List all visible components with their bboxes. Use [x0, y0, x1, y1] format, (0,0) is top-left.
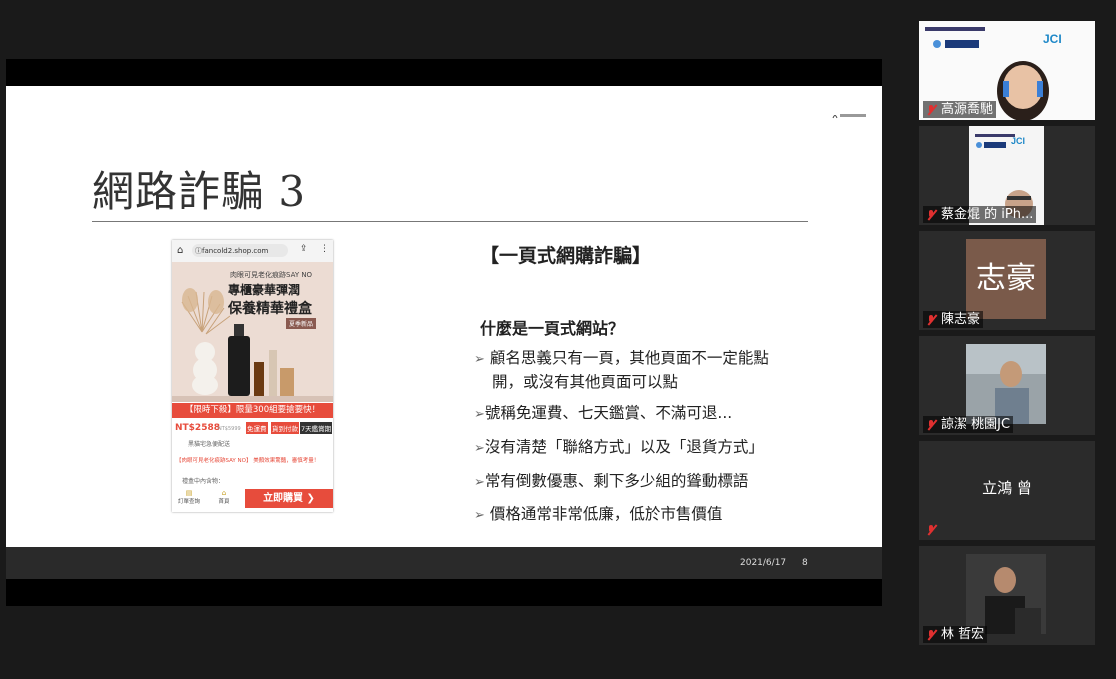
arrow-bullet-icon: ➢ — [474, 441, 485, 456]
info-icon: ⓘ — [195, 247, 202, 255]
participant-name: 林 哲宏 — [941, 627, 985, 642]
slide-footer: 2021/6/17 8 — [6, 547, 882, 579]
nav-orders-label: 訂單查詢 — [177, 499, 200, 505]
promo-line-2: 專櫃豪華彈潤 — [228, 283, 301, 297]
participant-name-bar: 蔡金焜 的 iPh... — [923, 206, 1037, 223]
promo-line-1: 肉眼可見老化痕跡SAY NO — [230, 271, 313, 279]
mic-muted-icon — [925, 314, 937, 326]
mic-muted-icon — [925, 419, 937, 431]
svg-text:JCI: JCI — [1043, 32, 1062, 46]
participant-name-bar: 諒潔 桃園JC — [923, 416, 1014, 433]
presentation-slide: 網路詐騙 3 ⌂ ⓘ fancold2.shop.com ⇪ ⋮ 肉眼可見老化痕… — [6, 86, 882, 547]
participant-center-name: 立鴻 曾 — [982, 479, 1032, 497]
participant-name-bar — [923, 521, 941, 538]
svg-text:JCI: JCI — [1011, 136, 1025, 146]
nav-home[interactable]: ⌂ 首頁 — [210, 489, 238, 505]
participant-tile[interactable]: 志豪 陳志豪 — [919, 231, 1095, 330]
slide-logo — [832, 112, 868, 120]
participant-name: 陳志豪 — [941, 312, 981, 327]
participant-tile[interactable]: 諒潔 桃園JC — [919, 336, 1095, 435]
badge-free-shipping: 免運費 — [246, 422, 268, 434]
bullet-text: 號稱免運費、七天鑑賞、不滿可退... — [484, 404, 733, 422]
participant-name-bar: 林 哲宏 — [923, 626, 988, 643]
shipping-info: 黑貓宅急便配送 — [188, 441, 231, 448]
bullet-text-cont: 開，或沒有其他頁面可以點 — [492, 373, 679, 391]
gift-contents: 禮盒中內含物： — [182, 478, 225, 485]
bullet-item: ➢常有倒數優惠、剩下多少組的聳動標語 — [474, 470, 748, 494]
participant-avatar: 志豪 — [966, 239, 1046, 319]
promo-tag: 夏季新品 — [286, 318, 317, 329]
participant-name-bar: 陳志豪 — [923, 311, 984, 328]
promo-line-3: 保養精華禮盒 — [228, 301, 312, 317]
nav-home-label: 首頁 — [218, 499, 230, 505]
nav-orders[interactable]: ▤ 訂單查詢 — [175, 489, 203, 505]
mic-muted-icon — [925, 209, 937, 221]
participant-name: 高源喬馳 — [941, 102, 994, 117]
bullet-text: 顧名思義只有一頁，其他頁面不一定能點 — [489, 349, 769, 367]
badge-cod: 貨到付款 — [271, 422, 299, 434]
slide-question: 什麼是一頁式網站？ — [480, 319, 625, 338]
menu-dots-icon: ⋮ — [320, 244, 329, 254]
slide-page-number: 8 — [802, 558, 808, 568]
participant-tile[interactable]: 林 哲宏 — [919, 546, 1095, 645]
arrow-bullet-icon: ➢ — [474, 475, 485, 490]
bullet-item: ➢ 價格通常非常低廉，低於市售價值 — [474, 503, 722, 527]
share-icon: ⇪ — [300, 244, 308, 254]
slide-heading: 【一頁式網購詐騙】 — [480, 245, 652, 267]
bullet-text: 價格通常非常低廉，低於市售價值 — [489, 505, 723, 523]
product-promo-image: 肉眼可見老化痕跡SAY NO 專櫃豪華彈潤 保養精華禮盒 夏季新品 — [172, 262, 333, 402]
limited-offer-banner: 【限時下殺】限量300組要搶要快！ — [172, 403, 333, 418]
house-icon: ⌂ — [221, 489, 227, 497]
bullet-item: ➢ 顧名思義只有一頁，其他頁面不一定能點 開，或沒有其他頁面可以點 — [474, 347, 769, 393]
title-divider — [92, 221, 808, 222]
participant-name-bar: 高源喬馳 — [923, 101, 997, 118]
participant-tile[interactable]: JCI 蔡金焜 的 iPh... — [919, 126, 1095, 225]
participant-tile[interactable]: JCI 高源喬馳 — [919, 21, 1095, 120]
bullet-text: 常有倒數優惠、剩下多少組的聳動標語 — [484, 472, 749, 490]
mic-muted-icon — [925, 104, 937, 116]
phone-screenshot: ⌂ ⓘ fancold2.shop.com ⇪ ⋮ 肉眼可見老化痕跡SAY NO… — [172, 240, 333, 512]
badge-7day: 7天鑑賞期 — [300, 422, 333, 434]
buy-now-button[interactable]: 立即購買 ❯ — [245, 489, 333, 508]
arrow-bullet-icon: ➢ — [474, 508, 485, 523]
slide-title: 網路詐騙 3 — [92, 167, 307, 216]
arrow-bullet-icon: ➢ — [474, 407, 485, 422]
bullet-item: ➢號稱免運費、七天鑑賞、不滿可退... — [474, 402, 732, 426]
participant-name: 諒潔 桃園JC — [941, 417, 1011, 432]
bullet-text: 沒有清楚「聯絡方式」以及「退貨方式」 — [484, 438, 764, 456]
promo-text: 【肉眼可見老化痕跡SAY NO】 美顏效果驚豔，審慎考量！ — [176, 458, 320, 464]
arrow-bullet-icon: ➢ — [474, 352, 485, 367]
home-icon: ⌂ — [177, 245, 184, 256]
url-text: fancold2.shop.com — [202, 247, 269, 255]
participant-name: 蔡金焜 的 iPh... — [941, 207, 1034, 222]
product-price: NT$2588 — [175, 423, 220, 433]
participant-tile[interactable]: 立鴻 曾 — [919, 441, 1095, 540]
browser-url-bar: ⌂ ⓘ fancold2.shop.com ⇪ ⋮ — [172, 240, 333, 262]
mic-muted-icon — [925, 629, 937, 641]
mic-muted-icon — [925, 524, 937, 536]
original-price: NT$5999 — [218, 426, 241, 432]
bullet-item: ➢沒有清楚「聯絡方式」以及「退貨方式」 — [474, 436, 764, 460]
clipboard-icon: ▤ — [185, 489, 193, 497]
slide-date: 2021/6/17 — [740, 558, 787, 568]
